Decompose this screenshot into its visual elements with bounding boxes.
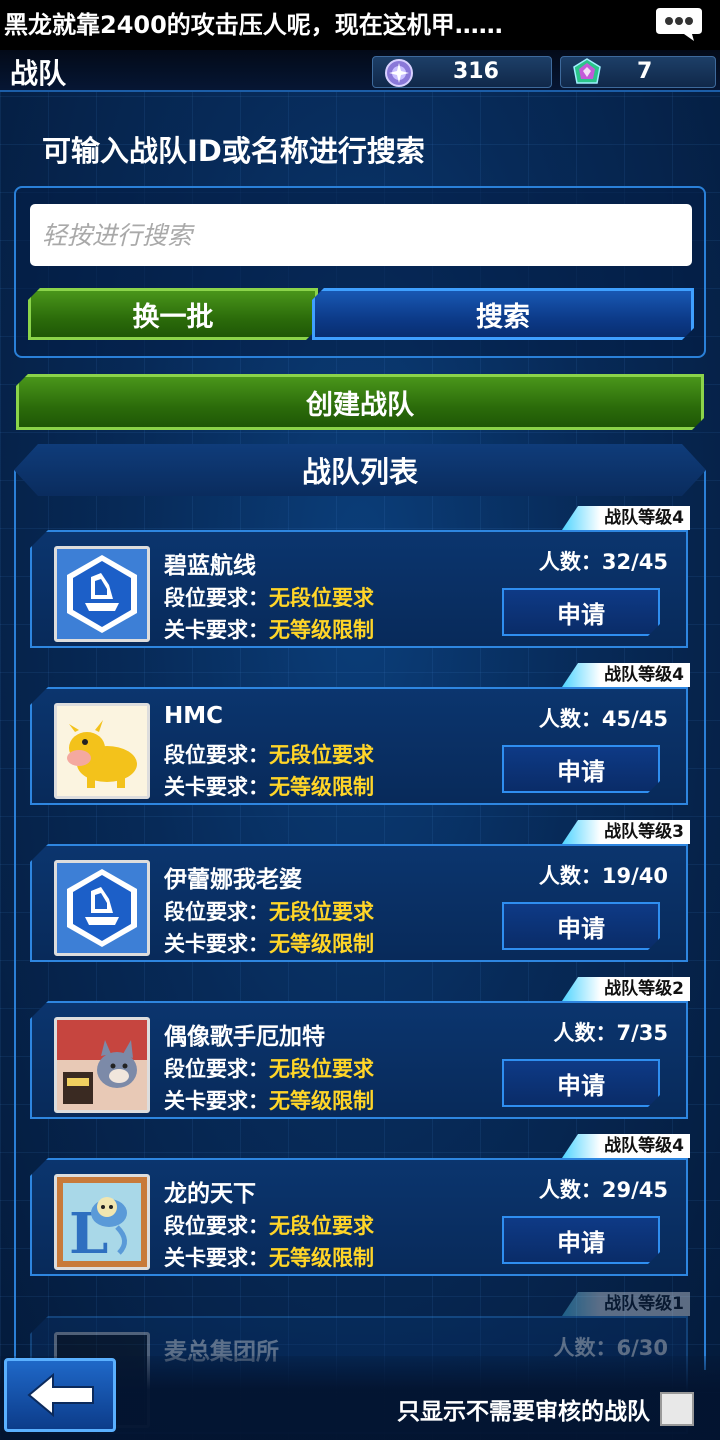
team-name: 伊蕾娜我老婆 [164,867,302,893]
team-card[interactable]: 碧蓝航线 人数：32/45 段位要求：无段位要求 关卡要求：无等级限制 申请 [30,530,688,648]
rank-label: 段位要求： [164,743,269,767]
yellow-cow-icon [57,706,147,796]
create-team-label: 创建战队 [306,389,414,421]
stage-label: 关卡要求： [164,1246,269,1270]
search-hint: 可输入战队ID或名称进行搜索 [42,134,425,168]
arrow-left-icon [27,1372,94,1418]
crystal-count: 7 [637,59,653,84]
back-button[interactable] [4,1358,116,1432]
member-count: 人数：19/40 [538,864,668,888]
team-card[interactable]: 偶像歌手厄加特 人数：7/35 段位要求：无段位要求 关卡要求：无等级限制 申请 [30,1001,688,1119]
team-level-tag: 战队等级4 [562,663,690,687]
stage-label: 关卡要求： [164,618,269,642]
stage-label: 关卡要求： [164,932,269,956]
search-panel: 换一批 搜索 [14,186,706,358]
stage-requirement: 关卡要求：无等级限制 [164,1085,374,1115]
team-list-header: 战队列表 [14,444,706,496]
currency-crystal: 7 [560,56,716,88]
team-name: HMC [164,703,224,729]
blue-dragon-card-icon: L [57,1177,147,1267]
team-avatar [54,860,150,956]
search-button[interactable]: 搜索 [312,288,694,340]
rank-requirement: 段位要求：无段位要求 [164,1053,374,1083]
team-level-tag: 战队等级4 [562,506,690,530]
team-avatar [54,546,150,642]
stage-requirement: 关卡要求：无等级限制 [164,1242,374,1272]
stage-requirement: 关卡要求：无等级限制 [164,614,374,644]
apply-button[interactable]: 申请 [502,745,660,793]
team-avatar [54,703,150,799]
rank-requirement: 段位要求：无段位要求 [164,739,374,769]
member-count: 人数：7/35 [553,1021,668,1045]
refresh-button-label: 换一批 [132,301,214,333]
header-bar: 战队 316 7 [0,50,720,92]
rank-label: 段位要求： [164,1057,269,1081]
crystal-icon [573,58,601,84]
rank-requirement: 段位要求：无段位要求 [164,582,374,612]
stage-requirement: 关卡要求：无等级限制 [164,771,374,801]
currency-orb: 316 [372,56,552,88]
team-name: 偶像歌手厄加特 [164,1024,325,1050]
blue-shield-emblem-icon [57,863,147,953]
apply-button[interactable]: 申请 [502,902,660,950]
team-name: 碧蓝航线 [164,553,256,579]
team-level-tag: 战队等级4 [562,1134,690,1158]
orb-count: 316 [453,59,499,84]
team-card[interactable]: HMC 人数：45/45 段位要求：无段位要求 关卡要求：无等级限制 申请 [30,687,688,805]
team-name: 龙的天下 [164,1181,256,1207]
cartoon-cat-icon [57,1020,147,1110]
rank-requirement: 段位要求：无段位要求 [164,1210,374,1240]
team-list-title: 战队列表 [301,455,418,489]
stage-value: 无等级限制 [269,1089,374,1113]
team-avatar [54,1017,150,1113]
stage-value: 无等级限制 [269,932,374,956]
filter-checkbox[interactable] [660,1392,694,1426]
rank-value: 无段位要求 [269,743,374,767]
news-ticker: 黑龙就靠2400的攻击压人呢，现在这机甲…… [0,0,720,50]
rank-label: 段位要求： [164,1214,269,1238]
filter-label: 只显示不需要审核的战队 [397,1399,650,1425]
rank-label: 段位要求： [164,900,269,924]
create-team-button[interactable]: 创建战队 [16,374,704,430]
team-card[interactable]: L 龙的天下 人数：29/45 段位要求：无段位要求 关卡要求：无等级限制 申请 [30,1158,688,1276]
team-level-tag: 战队等级2 [562,977,690,1001]
member-count: 人数：45/45 [538,707,668,731]
stage-label: 关卡要求： [164,1089,269,1113]
member-count: 人数：32/45 [538,550,668,574]
blue-shield-emblem-icon [57,549,147,639]
apply-button-label: 申请 [557,600,605,629]
member-count: 人数：29/45 [538,1178,668,1202]
apply-button[interactable]: 申请 [502,588,660,636]
search-button-label: 搜索 [476,301,530,333]
rank-requirement: 段位要求：无段位要求 [164,896,374,926]
team-card[interactable]: 伊蕾娜我老婆 人数：19/40 段位要求：无段位要求 关卡要求：无等级限制 申请 [30,844,688,962]
purple-orb-icon [385,59,413,87]
apply-button-label: 申请 [557,757,605,786]
team-avatar: L [54,1174,150,1270]
ticker-text: 黑龙就靠2400的攻击压人呢，现在这机甲…… [4,11,503,39]
apply-button-label: 申请 [557,1071,605,1100]
apply-button-label: 申请 [557,1228,605,1257]
team-level-tag: 战队等级3 [562,820,690,844]
stage-value: 无等级限制 [269,1246,374,1270]
stage-value: 无等级限制 [269,775,374,799]
stage-value: 无等级限制 [269,618,374,642]
team-level-tag: 战队等级1 [562,1292,690,1316]
apply-button[interactable]: 申请 [502,1059,660,1107]
rank-value: 无段位要求 [269,1214,374,1238]
team-screen: 黑龙就靠2400的攻击压人呢，现在这机甲…… 战队 316 7 可输入战队ID或… [0,0,720,1440]
rank-value: 无段位要求 [269,586,374,610]
stage-label: 关卡要求： [164,775,269,799]
stage-requirement: 关卡要求：无等级限制 [164,928,374,958]
chat-icon[interactable] [654,6,704,42]
page-title: 战队 [10,57,67,90]
rank-value: 无段位要求 [269,900,374,924]
rank-label: 段位要求： [164,586,269,610]
rank-value: 无段位要求 [269,1057,374,1081]
search-input[interactable] [30,204,692,266]
apply-button-label: 申请 [557,914,605,943]
refresh-button[interactable]: 换一批 [28,288,318,340]
apply-button[interactable]: 申请 [502,1216,660,1264]
